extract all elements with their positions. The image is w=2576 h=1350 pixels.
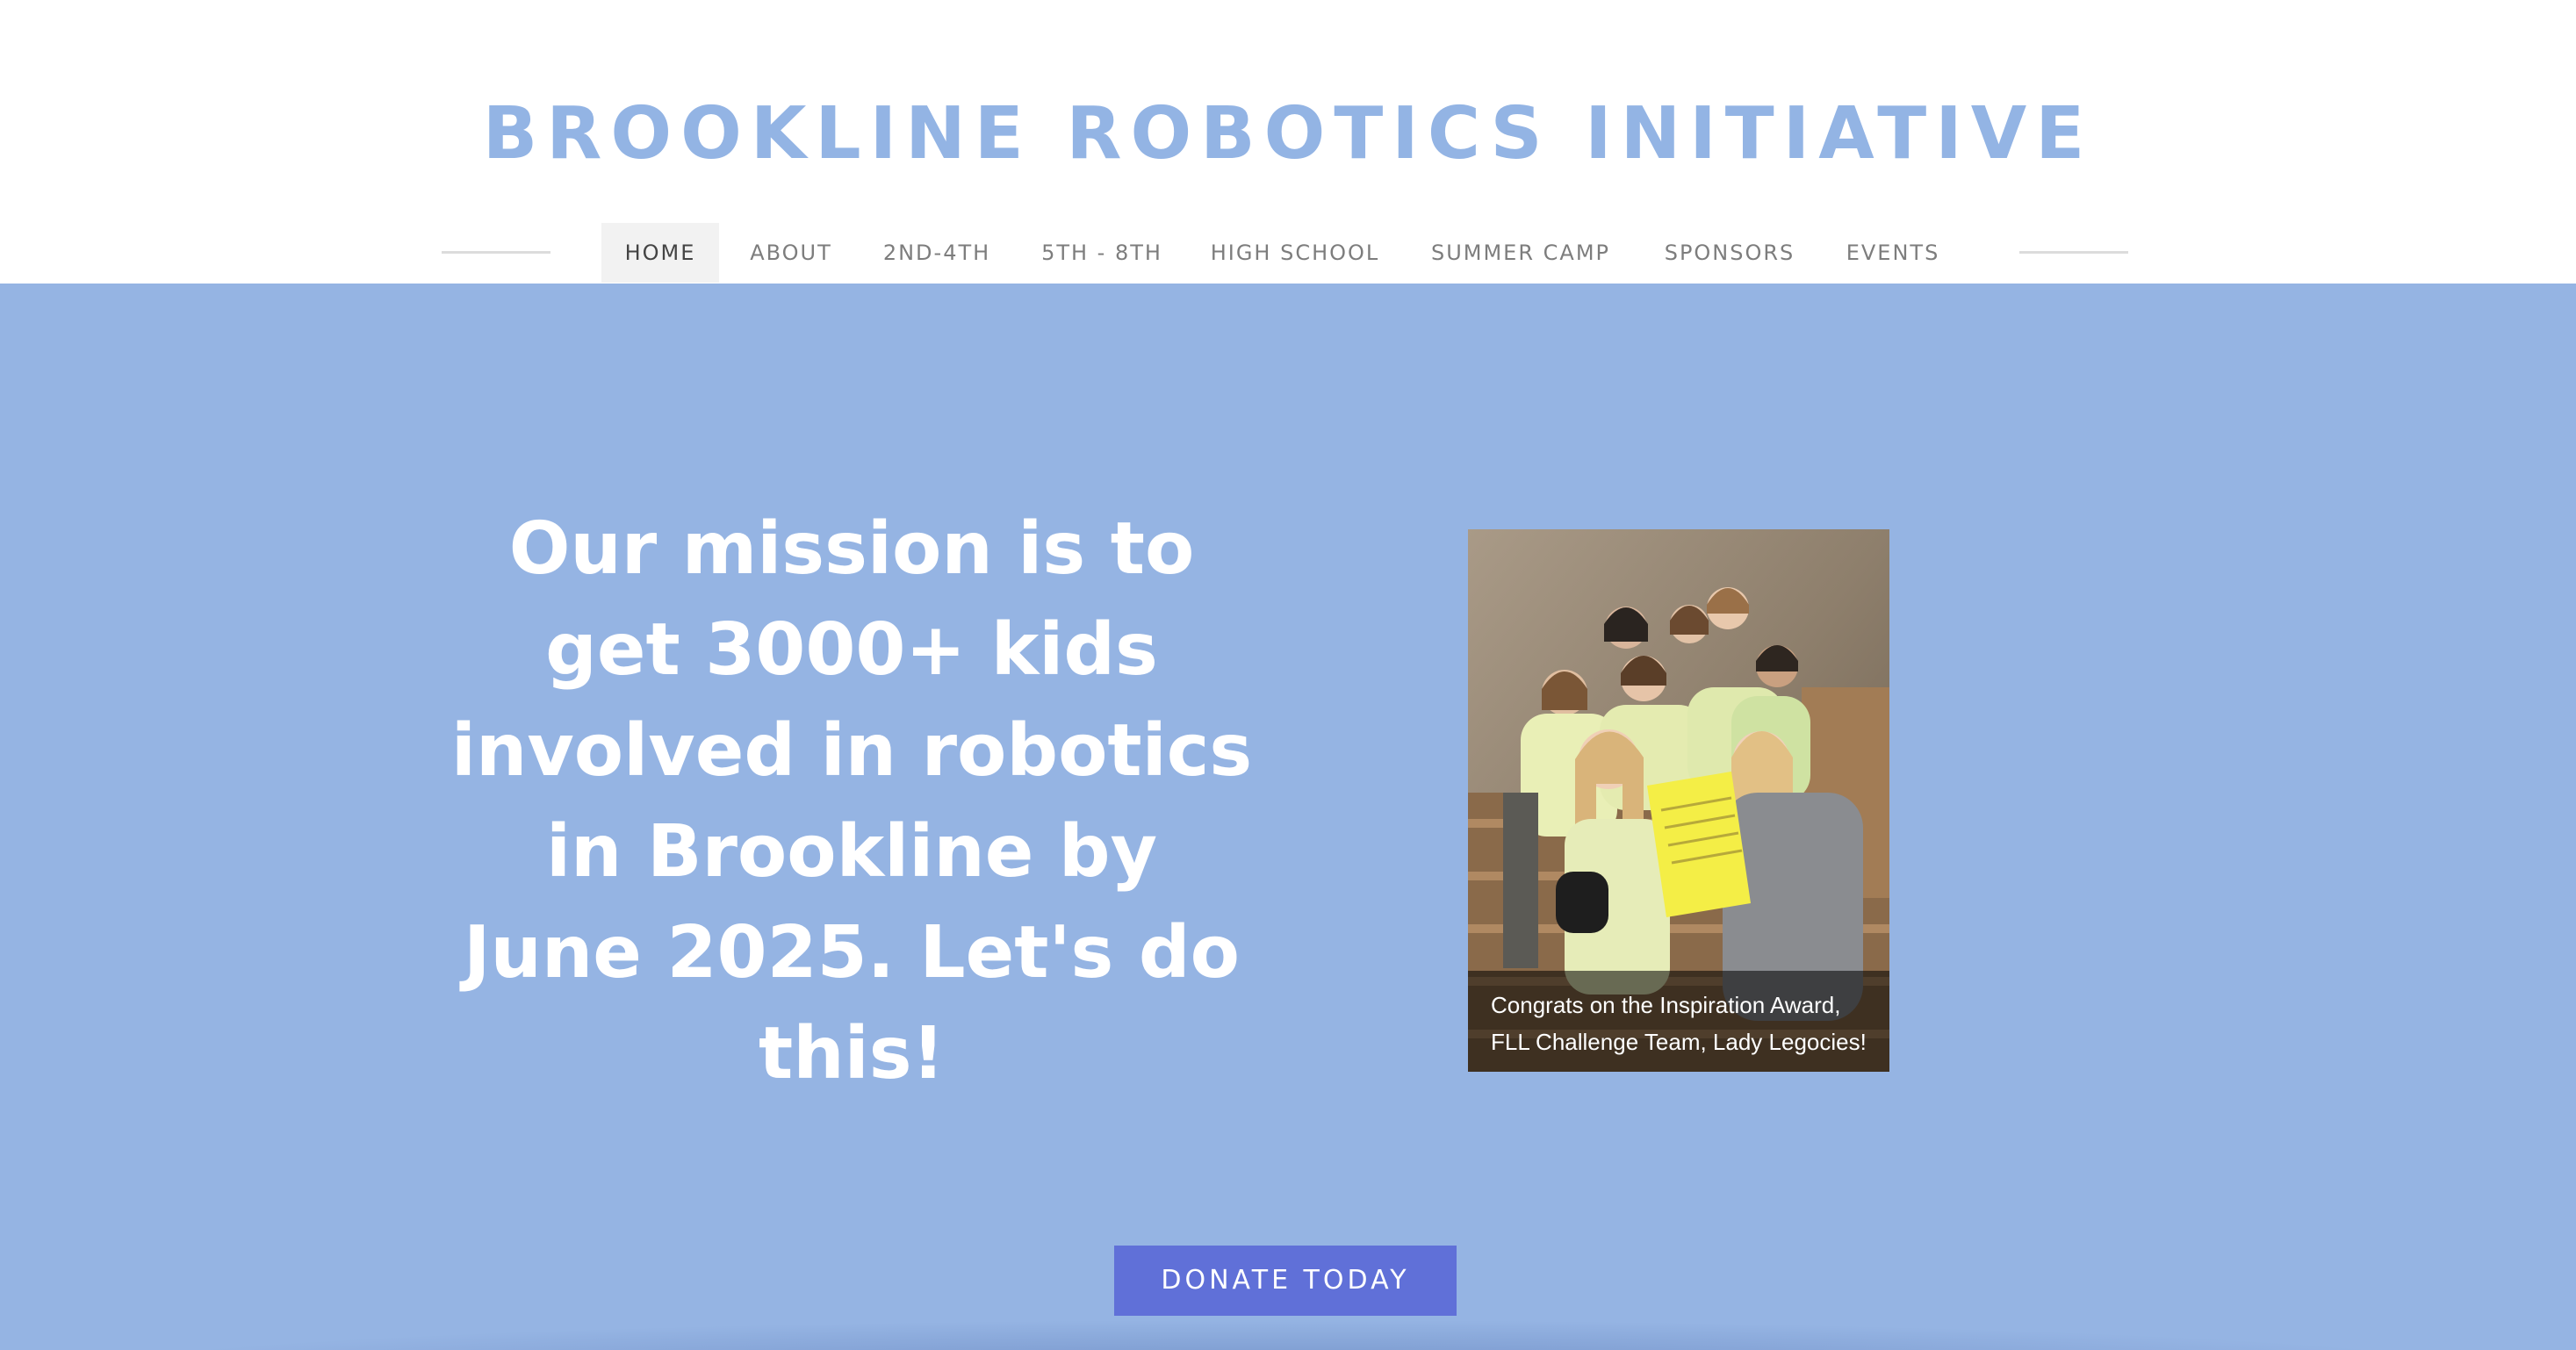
nav-item-high-school[interactable]: HIGH SCHOOL — [1199, 223, 1391, 283]
nav-item-5th-8th[interactable]: 5TH - 8TH — [1025, 223, 1178, 283]
mission-line: get 3000+ kids — [545, 608, 1158, 692]
photo-caption-line: Congrats on the Inspiration Award, — [1491, 992, 1841, 1018]
photo-caption-line: FLL Challenge Team, Lady Legocies! — [1491, 1029, 1867, 1055]
mission-line: this! — [759, 1012, 945, 1095]
mission-line: Our mission is to — [508, 507, 1195, 591]
mission-statement: Our mission is to get 3000+ kids involve… — [439, 499, 1264, 1104]
nav-item-2nd-4th[interactable]: 2ND-4TH — [869, 223, 1004, 283]
nav-item-events[interactable]: EVENTS — [1830, 223, 1956, 283]
section-shadow — [70, 1319, 2502, 1350]
nav-item-sponsors[interactable]: SPONSORS — [1651, 223, 1809, 283]
nav-divider-right — [2019, 251, 2128, 254]
photo-caption: Congrats on the Inspiration Award, FLL C… — [1468, 971, 1889, 1072]
mission-line: in Brookline by — [545, 810, 1158, 894]
nav-item-home[interactable]: HOME — [601, 223, 719, 283]
mission-line: June 2025. Let's do — [464, 911, 1240, 995]
nav-item-summer-camp[interactable]: SUMMER CAMP — [1412, 223, 1630, 283]
team-photo[interactable]: Congrats on the Inspiration Award, FLL C… — [1468, 529, 1889, 1072]
nav-divider-left — [442, 251, 550, 254]
mission-line: involved in robotics — [450, 709, 1253, 793]
page: BROOKLINE ROBOTICS INITIATIVE HOME ABOUT… — [0, 0, 2576, 1350]
nav-item-about[interactable]: ABOUT — [734, 223, 848, 283]
site-header: BROOKLINE ROBOTICS INITIATIVE HOME ABOUT… — [0, 0, 2576, 284]
site-title[interactable]: BROOKLINE ROBOTICS INITIATIVE — [0, 86, 2576, 183]
hero-section: Our mission is to get 3000+ kids involve… — [0, 284, 2576, 1350]
donate-button[interactable]: DONATE TODAY — [1114, 1246, 1457, 1316]
